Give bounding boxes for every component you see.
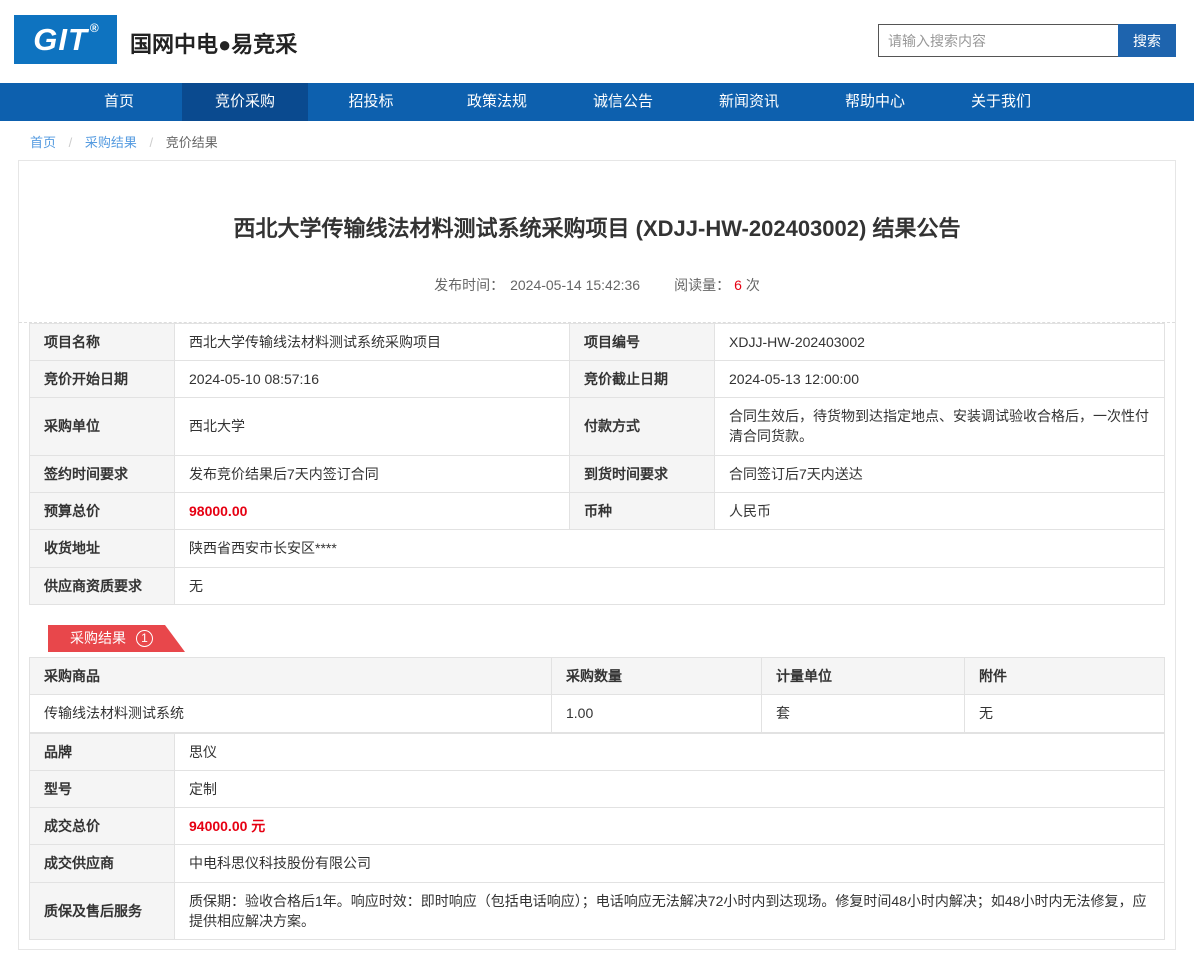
info-value: 发布竞价结果后7天内签订合同	[174, 454, 570, 494]
column-header: 采购数量	[551, 656, 762, 696]
result-badge-number: 1	[136, 630, 153, 647]
info-label: 竞价截止日期	[569, 359, 715, 399]
table-header-row: 采购商品 采购数量 计量单位 附件	[29, 656, 1165, 696]
nav-item-bidding-purchase[interactable]: 竞价采购	[182, 83, 308, 121]
info-label: 收货地址	[29, 529, 175, 568]
info-value: XDJJ-HW-202403002	[714, 322, 1165, 361]
product-unit: 套	[761, 694, 965, 733]
nav-item-about[interactable]: 关于我们	[938, 83, 1064, 121]
views-label: 阅读量：	[674, 276, 731, 293]
table-row: 采购单位 西北大学 付款方式 合同生效后，待货物到达指定地点、安装调试验收合格后…	[29, 397, 1165, 456]
detail-label: 质保及售后服务	[29, 881, 175, 941]
info-label: 竞价开始日期	[29, 359, 175, 399]
result-product-table: 采购商品 采购数量 计量单位 附件 传输线法材料测试系统 1.00 套 无	[29, 656, 1165, 733]
info-label: 币种	[569, 492, 715, 531]
breadcrumb-current: 竞价结果	[165, 135, 218, 150]
nav-item-policy[interactable]: 政策法规	[434, 83, 560, 121]
info-value: 合同签订后7天内送达	[714, 454, 1165, 494]
nav-item-news[interactable]: 新闻资讯	[686, 83, 812, 121]
publish-time-label: 发布时间：	[434, 276, 505, 293]
deal-supplier: 中电科思仪科技股份有限公司	[174, 844, 1165, 883]
views-unit: 次	[745, 276, 760, 293]
search-button[interactable]: 搜索	[1118, 24, 1176, 57]
detail-label: 品牌	[29, 732, 175, 771]
project-info-table: 项目名称 西北大学传输线法材料测试系统采购项目 项目编号 XDJJ-HW-202…	[29, 322, 1165, 605]
detail-value: 思仪	[174, 732, 1165, 771]
breadcrumb-separator: /	[149, 135, 154, 150]
registered-trademark-icon: ®	[89, 20, 100, 35]
warranty-service: 质保期：验收合格后1年。响应时效：即时响应（包括电话响应）；电话响应无法解决72…	[174, 881, 1165, 941]
site-logo[interactable]: GIT ®	[14, 15, 117, 64]
info-label: 项目编号	[569, 322, 715, 361]
table-row: 品牌 思仪	[29, 732, 1165, 771]
result-badge-label: 采购结果	[70, 630, 126, 647]
deal-total-price: 94000.00 元	[174, 807, 1165, 846]
table-row: 型号 定制	[29, 769, 1165, 809]
table-row: 签约时间要求 发布竞价结果后7天内签订合同 到货时间要求 合同签订后7天内送达	[29, 454, 1165, 494]
table-row: 成交供应商 中电科思仪科技股份有限公司	[29, 844, 1165, 883]
table-row: 成交总价 94000.00 元	[29, 807, 1165, 846]
site-title: 国网中电●易竞采	[130, 32, 298, 57]
detail-label: 型号	[29, 769, 175, 809]
result-detail-table: 品牌 思仪 型号 定制 成交总价 94000.00 元 成交供应商 中电科思仪科…	[29, 732, 1165, 941]
logo-text: GIT	[33, 21, 88, 57]
table-row: 质保及售后服务 质保期：验收合格后1年。响应时效：即时响应（包括电话响应）；电话…	[29, 881, 1165, 941]
info-label: 项目名称	[29, 322, 175, 361]
product-attachment: 无	[964, 694, 1165, 733]
info-label: 供应商资质要求	[29, 566, 175, 605]
info-label: 付款方式	[569, 397, 715, 456]
announcement-card: 西北大学传输线法材料测试系统采购项目 (XDJJ-HW-202403002) 结…	[18, 160, 1176, 950]
nav-item-home[interactable]: 首页	[56, 83, 182, 121]
site-header: GIT® 国网中电●易竞采 搜索	[0, 0, 1194, 83]
table-row: 预算总价 98000.00 币种 人民币	[29, 492, 1165, 531]
breadcrumb-section[interactable]: 采购结果	[85, 135, 137, 150]
detail-label: 成交总价	[29, 807, 175, 846]
page-title: 西北大学传输线法材料测试系统采购项目 (XDJJ-HW-202403002) 结…	[233, 216, 961, 241]
info-value: 2024-05-10 08:57:16	[174, 359, 570, 399]
column-header: 附件	[964, 656, 1165, 696]
info-value: 无	[174, 566, 1165, 605]
table-row: 竞价开始日期 2024-05-10 08:57:16 竞价截止日期 2024-0…	[29, 359, 1165, 399]
table-row: 项目名称 西北大学传输线法材料测试系统采购项目 项目编号 XDJJ-HW-202…	[29, 322, 1165, 361]
detail-value: 定制	[174, 769, 1165, 809]
info-value: 合同生效后，待货物到达指定地点、安装调试验收合格后，一次性付清合同货款。	[714, 397, 1165, 456]
column-header: 采购商品	[29, 656, 552, 696]
breadcrumb: 首页 / 采购结果 / 竞价结果	[0, 121, 1194, 160]
info-label: 预算总价	[29, 492, 175, 531]
info-value: 人民币	[714, 492, 1165, 531]
info-value: 2024-05-13 12:00:00	[714, 359, 1165, 399]
info-value: 西北大学	[174, 397, 570, 456]
info-label: 签约时间要求	[29, 454, 175, 494]
result-badge: 采购结果 1	[48, 625, 185, 652]
result-badge-row: 采购结果 1	[48, 625, 1175, 652]
search-input[interactable]	[878, 24, 1118, 57]
info-label: 到货时间要求	[569, 454, 715, 494]
article-meta: 发布时间： 2024-05-14 15:42:36 阅读量： 6 次	[19, 275, 1175, 295]
breadcrumb-separator: /	[68, 135, 73, 150]
table-row: 供应商资质要求 无	[29, 566, 1165, 605]
breadcrumb-home[interactable]: 首页	[30, 135, 56, 150]
views-count: 6	[734, 276, 742, 293]
table-row: 收货地址 陕西省西安市长安区****	[29, 529, 1165, 568]
table-row: 传输线法材料测试系统 1.00 套 无	[29, 694, 1165, 733]
info-label: 采购单位	[29, 397, 175, 456]
column-header: 计量单位	[761, 656, 965, 696]
publish-time-value: 2024-05-14 15:42:36	[510, 276, 641, 293]
info-value: 陕西省西安市长安区****	[174, 529, 1165, 568]
detail-label: 成交供应商	[29, 844, 175, 883]
product-name: 传输线法材料测试系统	[29, 694, 552, 733]
info-value: 西北大学传输线法材料测试系统采购项目	[174, 322, 570, 361]
nav-item-integrity[interactable]: 诚信公告	[560, 83, 686, 121]
nav-item-help[interactable]: 帮助中心	[812, 83, 938, 121]
main-nav: 首页 竞价采购 招投标 政策法规 诚信公告 新闻资讯 帮助中心 关于我们	[0, 83, 1194, 121]
budget-total-price: 98000.00	[174, 492, 570, 531]
nav-item-tender[interactable]: 招投标	[308, 83, 434, 121]
search-box: 搜索	[878, 24, 1176, 57]
product-quantity: 1.00	[551, 694, 762, 733]
